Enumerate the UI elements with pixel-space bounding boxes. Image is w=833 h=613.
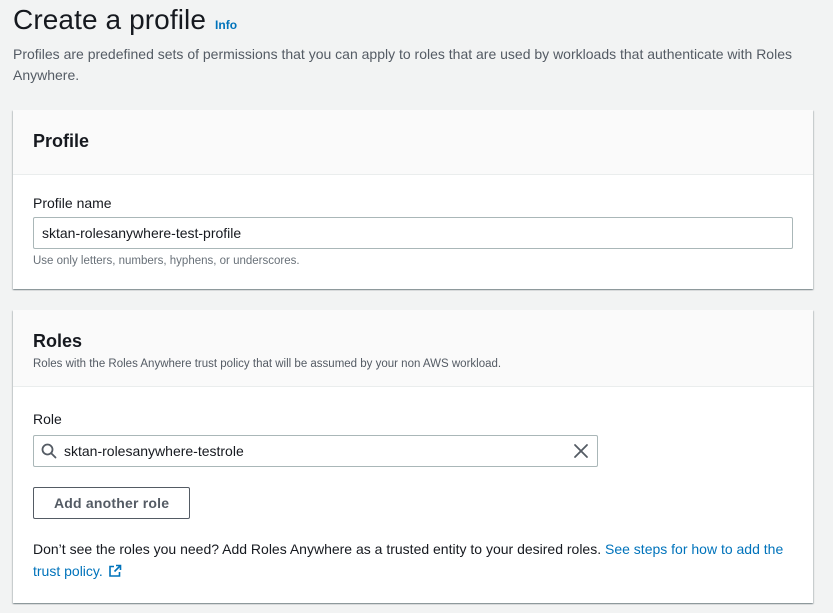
roles-help-message: Don’t see the roles you need? Add Roles … <box>33 541 605 557</box>
roles-panel-description: Roles with the Roles Anywhere trust poli… <box>33 358 502 370</box>
profile-name-hint: Use only letters, numbers, hyphens, or u… <box>33 255 300 267</box>
roles-panel: Roles Roles with the Roles Anywhere trus… <box>13 310 813 603</box>
profile-panel-header: Profile <box>13 110 813 175</box>
info-link[interactable]: Info <box>215 18 237 32</box>
profile-name-label: Profile name <box>33 195 112 211</box>
close-icon[interactable] <box>573 443 589 459</box>
roles-panel-header: Roles Roles with the Roles Anywhere trus… <box>13 310 813 387</box>
add-another-role-button[interactable]: Add another role <box>33 487 191 519</box>
profile-panel-title: Profile <box>33 131 90 151</box>
page-title: Create a profile <box>13 4 207 35</box>
role-search-field[interactable] <box>33 435 598 467</box>
roles-help-text: Don’t see the roles you need? Add Roles … <box>33 538 793 582</box>
search-icon <box>41 443 57 459</box>
external-link-icon <box>108 564 122 577</box>
role-label: Role <box>33 411 62 427</box>
page-header: Create a profile Info Profiles are prede… <box>13 4 823 86</box>
role-search-input[interactable] <box>64 436 564 466</box>
profile-name-input[interactable] <box>33 217 793 249</box>
page-description: Profiles are predefined sets of permissi… <box>13 46 792 83</box>
title-row: Create a profile Info <box>13 4 823 36</box>
profile-panel: Profile Profile name Use only letters, n… <box>13 110 813 289</box>
roles-panel-title: Roles <box>33 331 83 351</box>
create-profile-page: Create a profile Info Profiles are prede… <box>0 0 833 613</box>
